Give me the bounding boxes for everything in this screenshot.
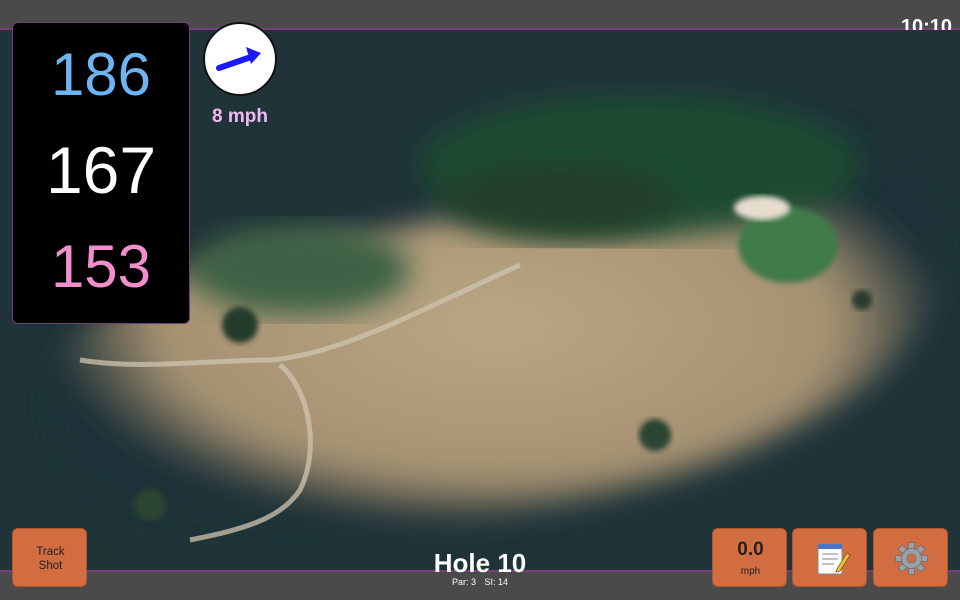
bunker bbox=[734, 196, 790, 220]
distance-center: 167 bbox=[45, 133, 157, 207]
distance-front: 153 bbox=[50, 233, 152, 300]
track-shot-button[interactable]: Track Shot bbox=[12, 528, 87, 587]
speed-button[interactable]: 0.0 mph bbox=[712, 528, 787, 587]
speed-value: 0.0 bbox=[737, 539, 764, 560]
wind-arrow-icon bbox=[216, 47, 261, 71]
notepad-icon bbox=[817, 543, 851, 575]
notes-button[interactable] bbox=[792, 528, 867, 587]
wind-speed: 8 mph bbox=[212, 106, 268, 127]
wind-direction-indicator bbox=[203, 22, 277, 96]
hole-par: Par: 3 bbox=[451, 577, 476, 587]
hole-info: Par: 3 SI: 14 bbox=[380, 577, 580, 587]
track-shot-label: Track Shot bbox=[36, 546, 65, 572]
distance-back: 186 bbox=[50, 41, 152, 108]
hole-title: Hole 10 bbox=[433, 548, 527, 578]
gear-icon bbox=[895, 542, 928, 575]
settings-button[interactable] bbox=[873, 528, 948, 587]
distance-panel: 186 167 153 bbox=[12, 22, 190, 324]
speed-unit: mph bbox=[740, 566, 761, 577]
hole-stroke-index: SI: 14 bbox=[484, 577, 509, 587]
